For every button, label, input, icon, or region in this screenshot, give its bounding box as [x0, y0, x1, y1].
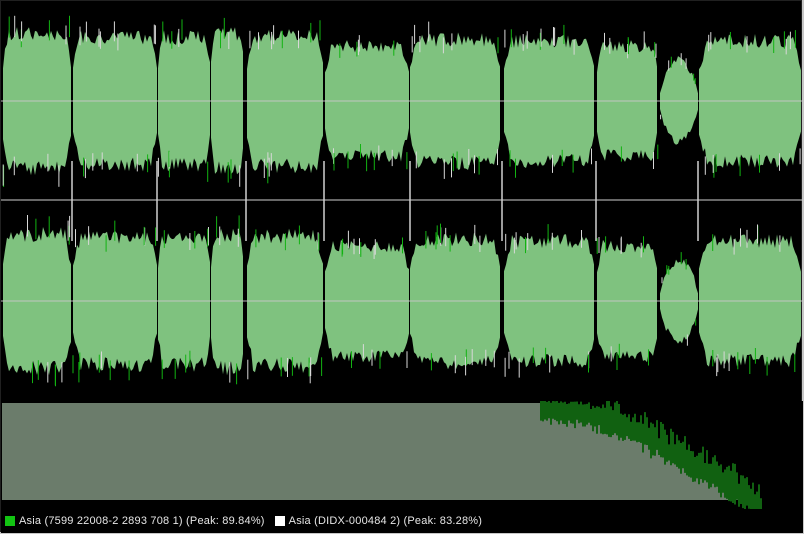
- waveform-canvas: [1, 15, 803, 509]
- legend-item-source-1: Asia (7599 22008-2 2893 708 1) (Peak: 89…: [5, 515, 265, 527]
- legend-label-source-1: Asia (7599 22008-2 2893 708 1) (Peak: 89…: [19, 515, 265, 527]
- upper-channel-segment: [660, 56, 698, 145]
- track-markers: [71, 161, 699, 241]
- waveform-comparison-view: Asia (7599 22008-2 2893 708 1) (Peak: 89…: [0, 0, 803, 533]
- legend-bar: Asia (7599 22008-2 2893 708 1) (Peak: 89…: [1, 509, 803, 533]
- legend-item-source-2: Asia (DIDX-000484 2) (Peak: 83.28%): [274, 515, 483, 527]
- lower-channel-segment: [158, 232, 210, 372]
- legend-swatch-white: [274, 516, 285, 526]
- legend-label-source-2: Asia (DIDX-000484 2) (Peak: 83.28%): [288, 515, 483, 527]
- spectrum-panel: [1, 401, 803, 509]
- legend-swatch-green: [5, 516, 15, 526]
- lower-channel-segment: [211, 228, 243, 376]
